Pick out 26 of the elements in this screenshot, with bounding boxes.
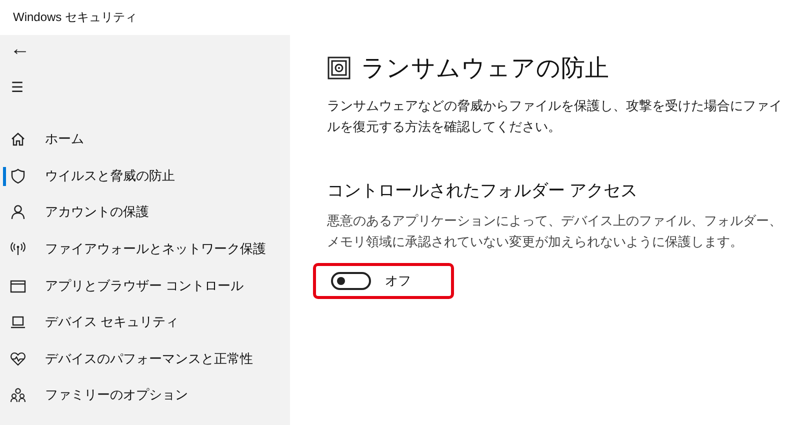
nav-item[interactable]: アカウントの保護 — [45, 203, 149, 222]
nav-icon — [10, 387, 26, 404]
page-description: ランサムウェアなどの脅威からファイルを保護し、攻撃を受けた場合にファイルを復元する方法を確認してください。 — [327, 97, 783, 136]
nav-icon — [10, 278, 26, 294]
nav-icon — [10, 314, 26, 330]
section-description: 悪意のあるアプリケーションによって、デバイス上のファイル、フォルダー、メモリ領域に承認されていない変更が加えられないように保護します。 — [327, 212, 783, 251]
nav-icon — [10, 350, 26, 367]
toggle-label: オフ — [385, 272, 411, 290]
safe-icon — [327, 56, 351, 80]
nav-icon — [10, 241, 26, 258]
page-title: ランサムウェアの防止 — [361, 54, 609, 84]
nav-item[interactable]: ファミリーのオプション — [45, 386, 188, 404]
nav-item[interactable]: ウイルスと脅威の防止 — [45, 166, 175, 185]
nav-icon — [10, 131, 26, 148]
nav-item[interactable]: ファイアウォールとネットワーク保護 — [45, 240, 266, 258]
nav-item[interactable]: アプリとブラウザー コントロール — [45, 276, 244, 295]
back-button[interactable]: ← — [10, 36, 30, 62]
nav-item[interactable]: デバイス セキュリティ — [45, 313, 179, 332]
nav-icon — [10, 168, 26, 184]
toggle-switch[interactable] — [331, 272, 371, 290]
window-title: Windows セキュリティ — [13, 9, 138, 26]
nav-icon — [10, 204, 26, 220]
nav-item[interactable]: デバイスのパフォーマンスと正常性 — [45, 350, 253, 368]
section-title: コントロールされたフォルダー アクセス — [327, 180, 639, 202]
nav-item[interactable]: ホーム — [45, 130, 84, 148]
menu-button[interactable]: ☰ — [11, 79, 24, 101]
